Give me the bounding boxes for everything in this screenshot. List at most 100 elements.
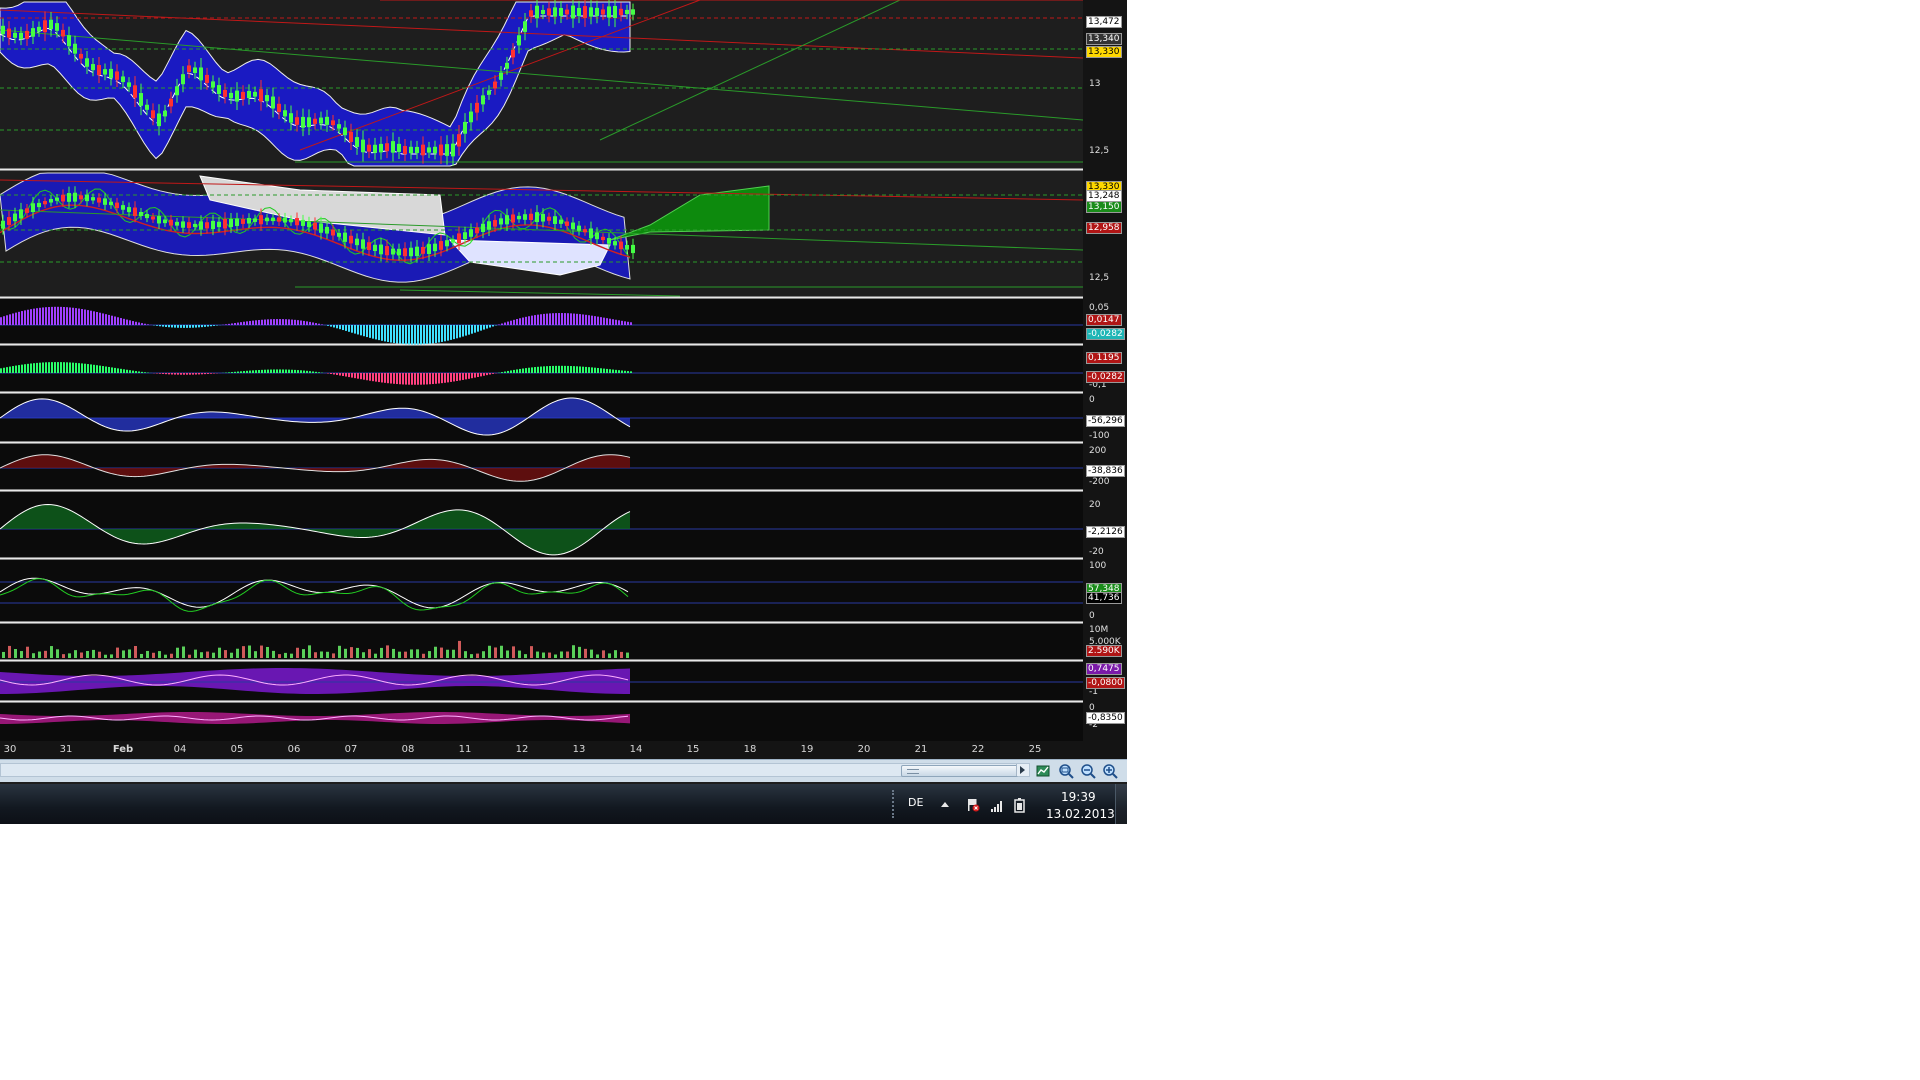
zoom-out-button[interactable] [1079, 762, 1097, 780]
histogram-bar [165, 373, 167, 375]
candle-body [403, 248, 407, 257]
candle-body [13, 32, 17, 38]
language-indicator[interactable]: DE [908, 796, 923, 809]
candle-body [595, 7, 599, 17]
candle-body [631, 244, 635, 254]
candle-body [67, 35, 71, 47]
zoom-in-button[interactable] [1101, 762, 1119, 780]
candle-body [217, 221, 221, 228]
histogram-bar [48, 362, 50, 373]
histogram-bar [348, 325, 350, 332]
histogram-bar [531, 367, 533, 373]
histogram-bar [228, 323, 230, 325]
histogram-bar [549, 313, 551, 325]
candle-body [301, 116, 305, 128]
date-label: 12 [515, 744, 529, 755]
volume-bar [74, 650, 77, 658]
candle-body [619, 8, 623, 16]
histogram-bar [321, 324, 323, 325]
histogram-bar [345, 325, 347, 331]
volume-bar [626, 652, 629, 658]
scale-label: 0 [1089, 395, 1095, 405]
histogram-bar [141, 323, 143, 325]
candle-body [493, 81, 497, 89]
histogram-bar [159, 325, 161, 327]
date-label: 06 [287, 744, 301, 755]
histogram-bar [402, 325, 404, 345]
chart-plot-area[interactable] [0, 0, 1083, 741]
scrollbar-thumb[interactable] [901, 765, 1018, 777]
histogram-bar [57, 362, 59, 373]
candle-body [523, 21, 527, 32]
candle-body [409, 146, 413, 154]
candle-body [373, 244, 377, 252]
histogram-bar [267, 319, 269, 325]
histogram-bar [207, 373, 209, 374]
histogram-bar [327, 373, 329, 374]
histogram-bar [537, 366, 539, 373]
volume-bar [344, 648, 347, 658]
histogram-bar [240, 371, 242, 373]
histogram-bar [474, 325, 476, 333]
chart-settings-button[interactable] [1034, 762, 1052, 780]
pane-background [0, 560, 1083, 621]
histogram-bar [171, 325, 173, 328]
show-hidden-icons-button[interactable] [941, 802, 949, 807]
volume-bar [146, 650, 149, 658]
candle-body [469, 229, 473, 237]
volume-bar [152, 652, 155, 658]
candle-body [163, 219, 167, 224]
histogram-bar [564, 313, 566, 325]
candle-body [73, 43, 77, 54]
histogram-bar [189, 325, 191, 328]
histogram-bar [390, 373, 392, 384]
histogram-bar [132, 370, 134, 373]
zoom-fit-button[interactable] [1057, 762, 1075, 780]
histogram-bar [96, 312, 98, 325]
volume-bar [272, 650, 275, 658]
histogram-bar [624, 370, 626, 373]
volume-bar [362, 652, 365, 658]
candle-body [397, 248, 401, 256]
histogram-bar [249, 370, 251, 373]
volume-bar [176, 647, 179, 658]
scroll-right-button[interactable] [1016, 764, 1029, 776]
histogram-bar [420, 325, 422, 345]
histogram-bar [339, 325, 341, 330]
action-center-flag-icon[interactable] [966, 797, 980, 812]
volume-bar [80, 652, 83, 658]
histogram-bar [171, 373, 173, 375]
histogram-bar [12, 313, 14, 325]
network-signal-icon[interactable] [990, 798, 1004, 812]
date-label: 15 [686, 744, 700, 755]
candle-body [367, 144, 371, 152]
candle-body [229, 92, 233, 99]
histogram-bar [414, 373, 416, 385]
histogram-bar [69, 362, 71, 373]
histogram-bar [174, 325, 176, 328]
date-label: 20 [857, 744, 871, 755]
candle-body [1, 25, 5, 35]
histogram-bar [255, 320, 257, 325]
volume-bar [464, 651, 467, 658]
candle-body [541, 213, 545, 222]
horizontal-scrollbar[interactable] [0, 763, 1030, 777]
candle-body [37, 26, 41, 32]
histogram-bar [462, 373, 464, 380]
histogram-bar [624, 321, 626, 325]
candle-body [157, 216, 161, 224]
candle-body [193, 223, 197, 227]
clock-time[interactable]: 19:39 [1061, 790, 1096, 804]
histogram-bar [456, 325, 458, 339]
volume-bar [446, 649, 449, 658]
show-desktop-button[interactable] [1115, 784, 1127, 824]
histogram-bar [264, 369, 266, 373]
candle-body [7, 28, 11, 38]
histogram-bar [327, 325, 329, 326]
histogram-bar [615, 319, 617, 325]
histogram-bar [162, 373, 164, 374]
clock-date[interactable]: 13.02.2013 [1046, 807, 1115, 821]
histogram-bar [120, 318, 122, 325]
battery-icon[interactable] [1013, 797, 1027, 813]
value-tag: 2.590K [1086, 645, 1122, 657]
